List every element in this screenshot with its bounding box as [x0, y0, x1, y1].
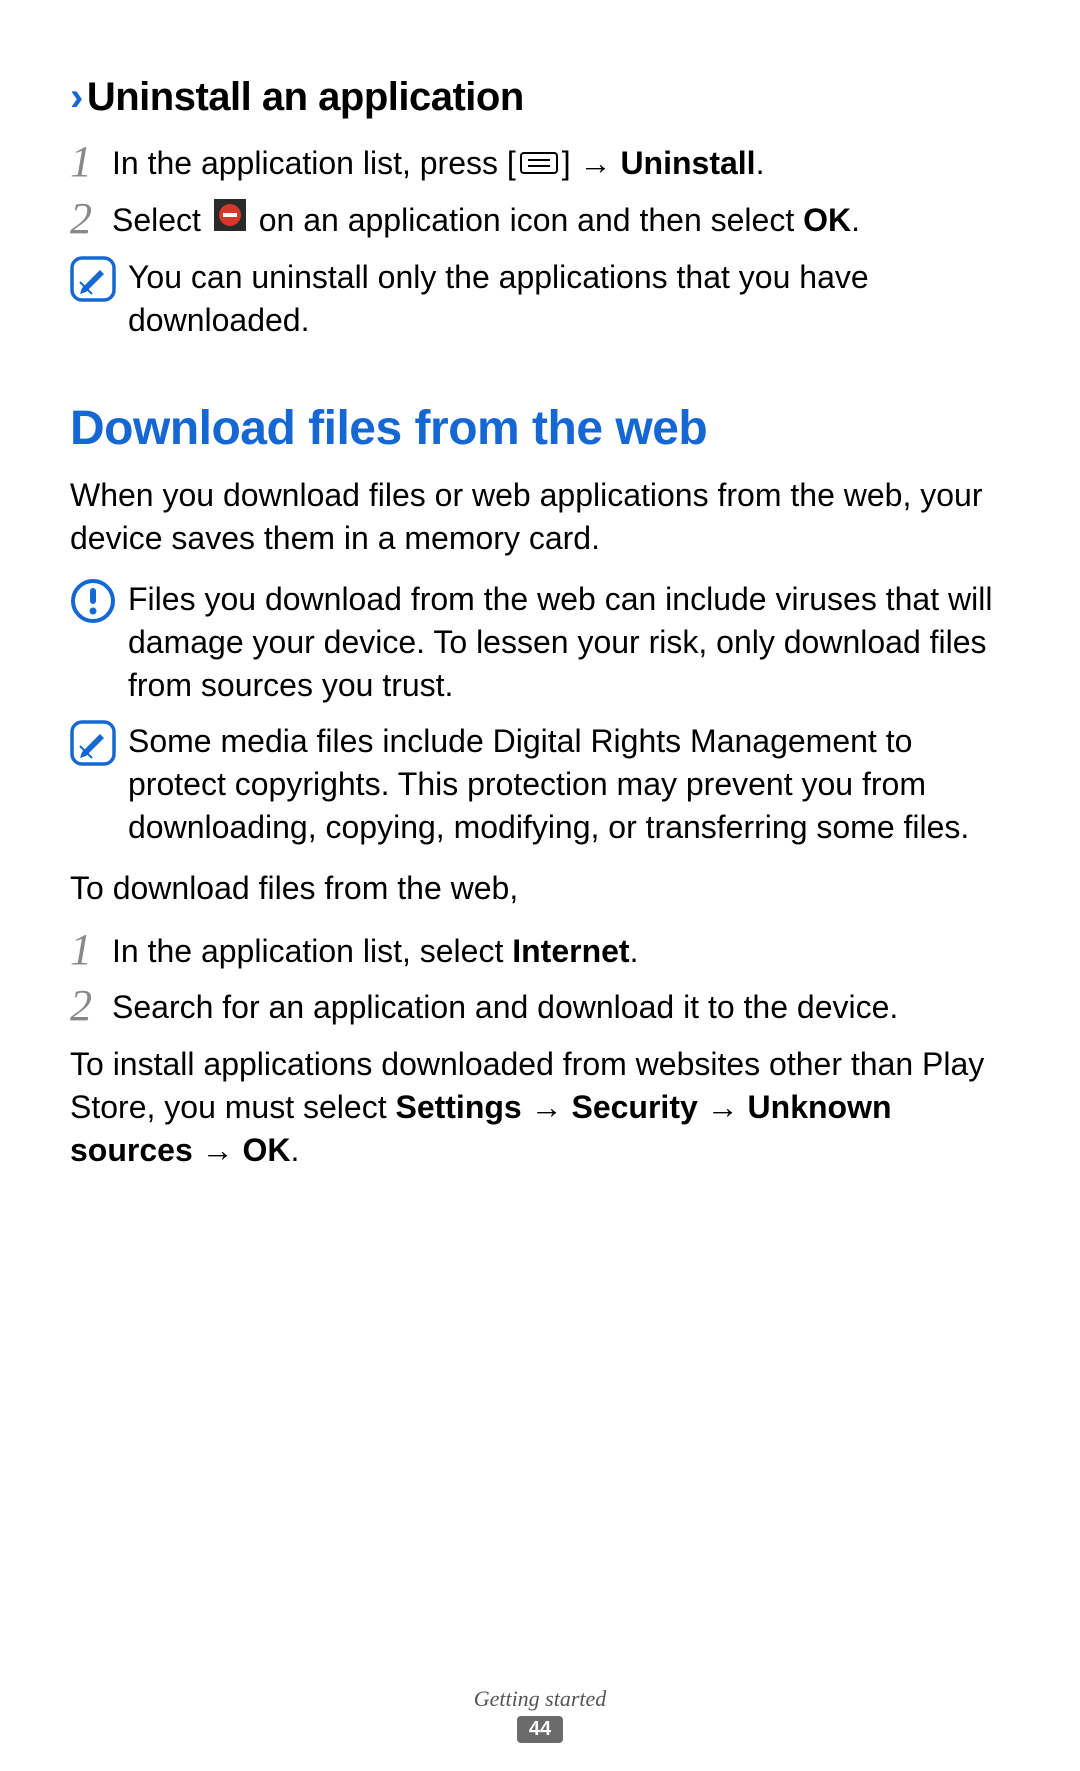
- install-paragraph: To install applications downloaded from …: [70, 1043, 1010, 1173]
- step-row: 1 In the application list, press [ ] → U…: [70, 138, 1010, 187]
- step-text: In the application list, select Internet…: [112, 926, 1010, 973]
- page-footer: Getting started 44: [0, 1686, 1080, 1743]
- note-text: You can uninstall only the applications …: [122, 254, 1010, 342]
- lead-paragraph: To download files from the web,: [70, 867, 1010, 910]
- subsection-title-text: Uninstall an application: [87, 75, 524, 119]
- step-text: In the application list, press [ ] → Uni…: [112, 138, 1010, 187]
- step-row: 1 In the application list, select Intern…: [70, 926, 1010, 973]
- note-text: Some media files include Digital Rights …: [122, 718, 1010, 850]
- subsection-heading: ›Uninstall an application: [70, 75, 1010, 120]
- step-number: 1: [70, 926, 112, 972]
- note-box: Some media files include Digital Rights …: [70, 718, 1010, 850]
- step-text: Select on an application icon and then s…: [112, 195, 1010, 244]
- step-text: Search for an application and download i…: [112, 982, 1010, 1029]
- menu-key-icon: [520, 142, 558, 185]
- step-number: 2: [70, 195, 112, 241]
- page-content: ›Uninstall an application 1 In the appli…: [0, 0, 1080, 1172]
- warning-box: Files you download from the web can incl…: [70, 576, 1010, 708]
- section-heading: Download files from the web: [70, 401, 1010, 456]
- step-number: 1: [70, 138, 112, 184]
- chevron-icon: ›: [70, 75, 83, 119]
- step-row: 2 Select on an application icon and then…: [70, 195, 1010, 244]
- minus-circle-icon: [214, 199, 246, 242]
- footer-section-name: Getting started: [0, 1686, 1080, 1712]
- note-pencil-icon: [70, 718, 122, 771]
- warning-text: Files you download from the web can incl…: [122, 576, 1010, 708]
- step-number: 2: [70, 982, 112, 1028]
- intro-paragraph: When you download files or web applicati…: [70, 474, 1010, 560]
- step-row: 2 Search for an application and download…: [70, 982, 1010, 1029]
- page-number-badge: 44: [517, 1716, 563, 1743]
- note-box: You can uninstall only the applications …: [70, 254, 1010, 342]
- note-pencil-icon: [70, 254, 122, 307]
- warning-exclamation-icon: [70, 576, 122, 629]
